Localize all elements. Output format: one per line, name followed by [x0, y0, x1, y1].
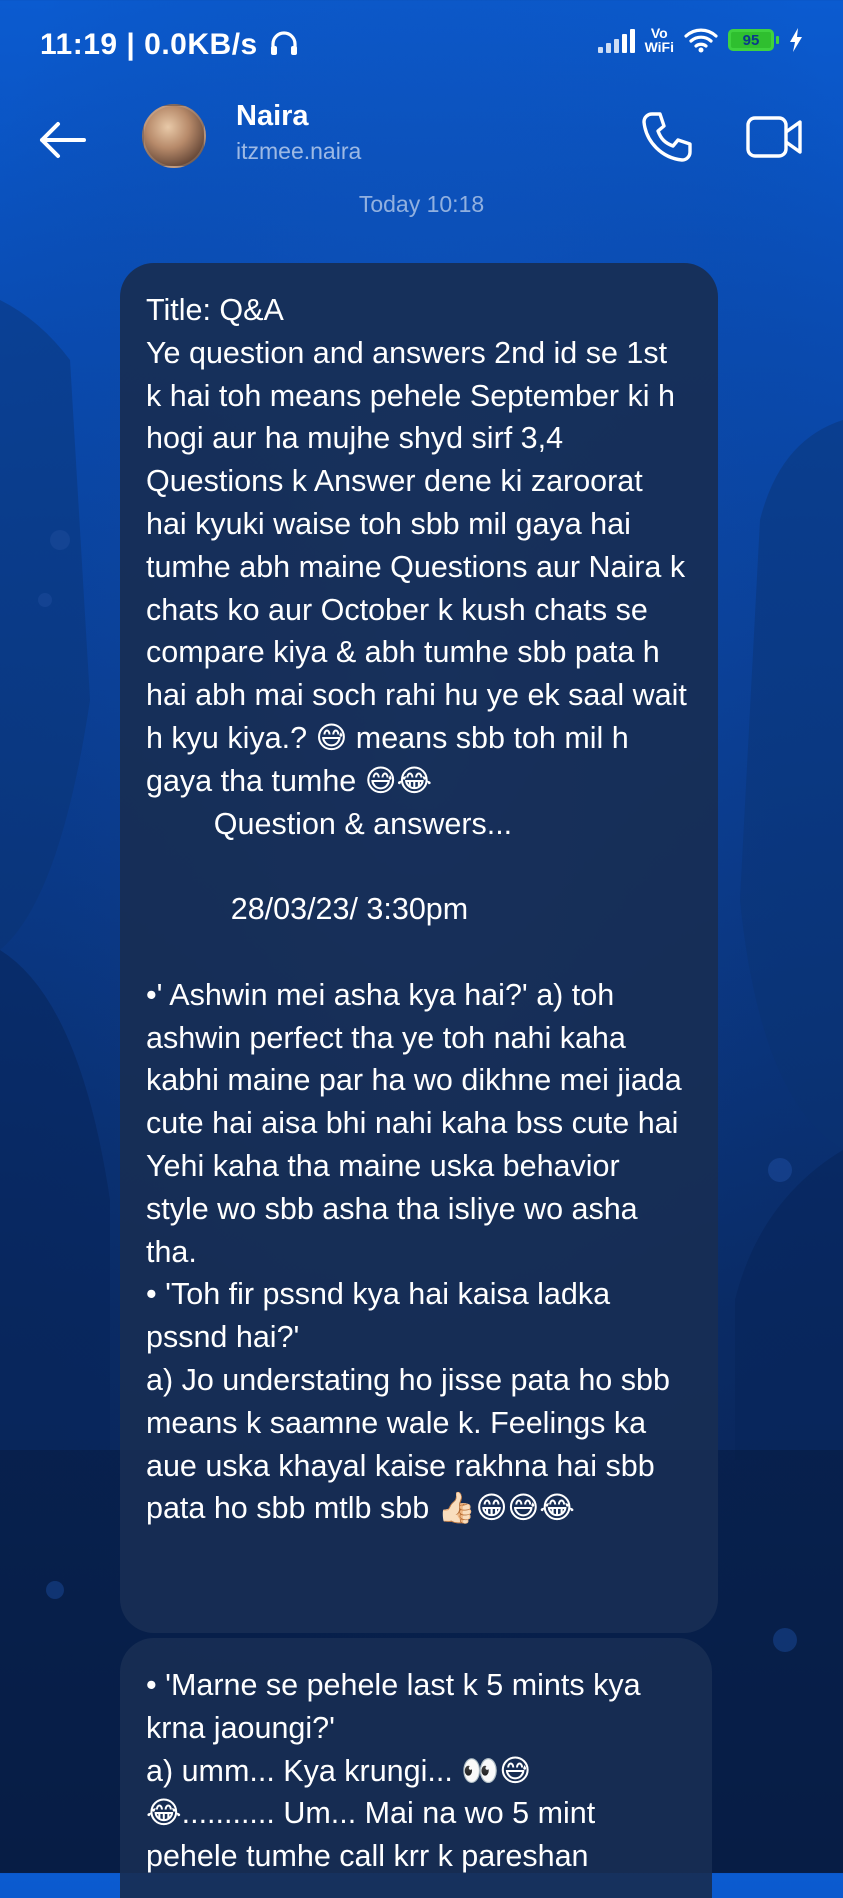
status-left: 11:19 | 0.0KB/s — [40, 28, 299, 62]
back-button[interactable] — [34, 112, 90, 168]
bolt-icon — [790, 28, 802, 52]
vowifi-label: Vo WiFi — [644, 25, 674, 55]
message-timestamp: Today 10:18 — [358, 191, 485, 217]
status-bar: 11:19 | 0.0KB/s Vo WiFi 95 — [0, 0, 843, 92]
video-camera-icon — [746, 116, 802, 158]
battery-indicator: 95 — [728, 29, 779, 51]
chat-header: Naira itzmee.naira — [0, 92, 843, 202]
signal-bars-icon — [597, 27, 635, 53]
phone-icon — [642, 112, 692, 162]
voice-call-button[interactable] — [638, 108, 696, 166]
status-right: Vo WiFi 95 — [597, 25, 803, 55]
network-speed: 0.0KB/s — [144, 28, 258, 61]
video-call-button[interactable] — [744, 108, 806, 166]
headphones-icon — [270, 31, 297, 55]
status-time: 11:19 — [40, 28, 118, 61]
contact-name[interactable]: Naira — [236, 100, 309, 133]
battery-level: 95 — [728, 29, 774, 51]
message-bubble[interactable]: Title: Q&A Ye question and answers 2nd i… — [120, 263, 718, 1633]
contact-avatar[interactable] — [142, 104, 206, 168]
arrow-left-icon — [40, 122, 86, 158]
contact-handle: itzmee.naira — [236, 138, 362, 164]
message-bubble[interactable]: • 'Marne se pehele last k 5 mints kya kr… — [120, 1638, 712, 1898]
wifi-icon — [684, 28, 718, 53]
